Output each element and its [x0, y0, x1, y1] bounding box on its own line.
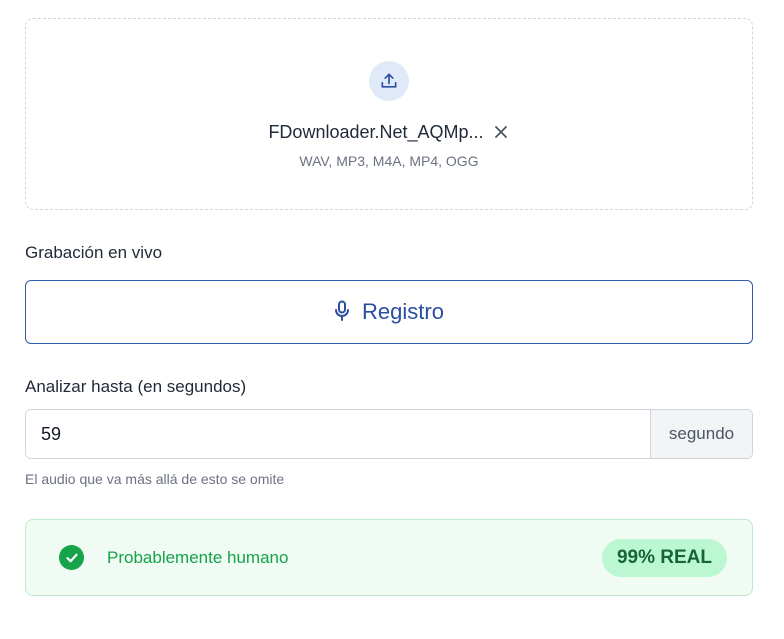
- check-circle-icon: [59, 545, 84, 570]
- supported-formats: WAV, MP3, M4A, MP4, OGG: [299, 153, 479, 169]
- analyze-duration-field: segundo: [25, 409, 753, 459]
- microphone-icon: [334, 300, 350, 325]
- result-label: Probablemente humano: [107, 547, 289, 567]
- live-recording-label: Grabación en vivo: [25, 243, 163, 262]
- detection-result: Probablemente humano 99% REAL: [25, 519, 753, 596]
- selected-file-row: FDownloader.Net_AQMp...: [268, 119, 509, 145]
- upload-icon: [369, 61, 409, 101]
- result-score-badge: 99% REAL: [601, 538, 727, 577]
- seconds-unit-addon: segundo: [650, 410, 752, 458]
- file-name: FDownloader.Net_AQMp...: [268, 121, 484, 142]
- record-button-label: Registro: [362, 299, 444, 324]
- seconds-input[interactable]: [26, 410, 650, 458]
- file-upload-dropzone[interactable]: FDownloader.Net_AQMp... WAV, MP3, M4A, M…: [25, 18, 753, 210]
- analyze-duration-label: Analizar hasta (en segundos): [25, 377, 247, 396]
- close-icon[interactable]: [492, 123, 510, 141]
- record-button[interactable]: Registro: [25, 280, 753, 344]
- duration-hint: El audio que va más allá de esto se omit…: [25, 471, 285, 487]
